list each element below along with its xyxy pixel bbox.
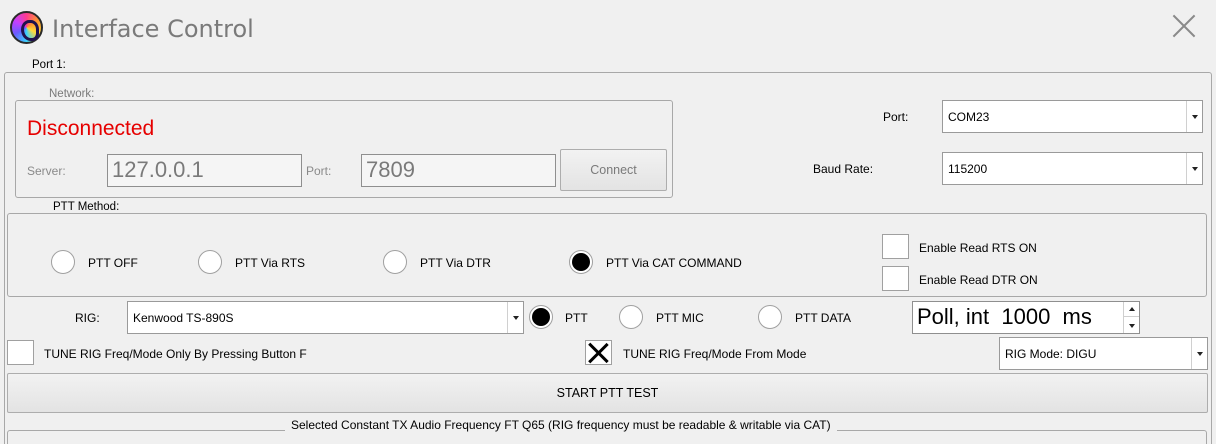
ptt-cat-radio[interactable] (569, 250, 593, 274)
start-ptt-test-button[interactable]: START PTT TEST (7, 373, 1208, 413)
poll-interval-spinbox[interactable]: Poll, int 1000 ms (912, 301, 1140, 334)
close-icon[interactable] (1171, 13, 1197, 39)
tune-button-f-label: TUNE RIG Freq/Mode Only By Pressing Butt… (44, 347, 307, 361)
network-group-legend: Network: (43, 88, 101, 100)
serial-port-value: COM23 (948, 109, 990, 124)
chevron-down-icon[interactable] (1186, 153, 1202, 184)
tune-from-mode-checkbox[interactable] (585, 340, 612, 365)
ptt-cat-label: PTT Via CAT COMMAND (606, 256, 742, 270)
chevron-down-icon[interactable] (507, 302, 523, 333)
rig-select[interactable]: Kenwood TS-890S (127, 301, 524, 334)
rig-ptt-radio[interactable] (529, 305, 553, 329)
ptt-rts-radio[interactable] (198, 250, 222, 274)
baud-rate-label: Baud Rate: (813, 162, 874, 176)
audio-freq-group (7, 430, 1207, 444)
spin-buttons (1123, 302, 1139, 333)
ptt-off-radio[interactable] (51, 250, 75, 274)
app-logo-icon (10, 11, 43, 44)
chevron-down-icon[interactable] (1186, 101, 1202, 132)
rig-mode-select[interactable]: RIG Mode: DIGU (999, 337, 1208, 370)
enable-rts-label: Enable Read RTS ON (919, 241, 1037, 255)
baud-rate-select[interactable]: 115200 (942, 152, 1203, 185)
window-title: Interface Control (52, 15, 254, 43)
connection-status: Disconnected (27, 117, 155, 140)
rig-ptt-data-label: PTT DATA (795, 311, 852, 325)
server-input[interactable]: 127.0.0.1 (107, 154, 302, 187)
tune-button-f-checkbox[interactable] (7, 340, 34, 365)
enable-dtr-label: Enable Read DTR ON (919, 273, 1038, 287)
serial-port-label: Port: (883, 110, 909, 124)
spin-up-icon[interactable] (1124, 302, 1139, 317)
rig-value: Kenwood TS-890S (133, 310, 234, 325)
ptt-dtr-label: PTT Via DTR (420, 256, 491, 270)
spin-down-icon[interactable] (1124, 318, 1139, 333)
network-port-label: Port: (306, 164, 332, 178)
network-port-input[interactable]: 7809 (361, 154, 556, 187)
title-bar: Interface Control (0, 0, 1216, 56)
rig-ptt-mic-label: PTT MIC (656, 311, 704, 325)
chevron-down-icon[interactable] (1191, 338, 1207, 369)
tune-from-mode-label: TUNE RIG Freq/Mode From Mode (623, 347, 807, 361)
enable-rts-checkbox[interactable] (882, 234, 909, 259)
port-group-legend: Port 1: (26, 59, 72, 71)
ptt-rts-label: PTT Via RTS (235, 256, 306, 270)
connect-button[interactable]: Connect (560, 149, 667, 191)
audio-freq-legend: Selected Constant TX Audio Frequency FT … (285, 418, 837, 432)
ptt-off-label: PTT OFF (88, 256, 138, 270)
enable-dtr-checkbox[interactable] (882, 266, 909, 291)
ptt-dtr-radio[interactable] (383, 250, 407, 274)
baud-rate-value: 115200 (948, 161, 988, 176)
poll-interval-value: Poll, int 1000 ms (917, 304, 1092, 329)
server-label: Server: (27, 164, 66, 178)
rig-ptt-data-radio[interactable] (758, 305, 782, 329)
rig-ptt-label: PTT (565, 311, 588, 325)
ptt-method-legend: PTT Method: (47, 201, 126, 213)
rig-label: RIG: (75, 311, 100, 325)
rig-ptt-mic-radio[interactable] (619, 305, 643, 329)
rig-mode-value: RIG Mode: DIGU (1005, 346, 1097, 361)
serial-port-select[interactable]: COM23 (942, 100, 1203, 133)
